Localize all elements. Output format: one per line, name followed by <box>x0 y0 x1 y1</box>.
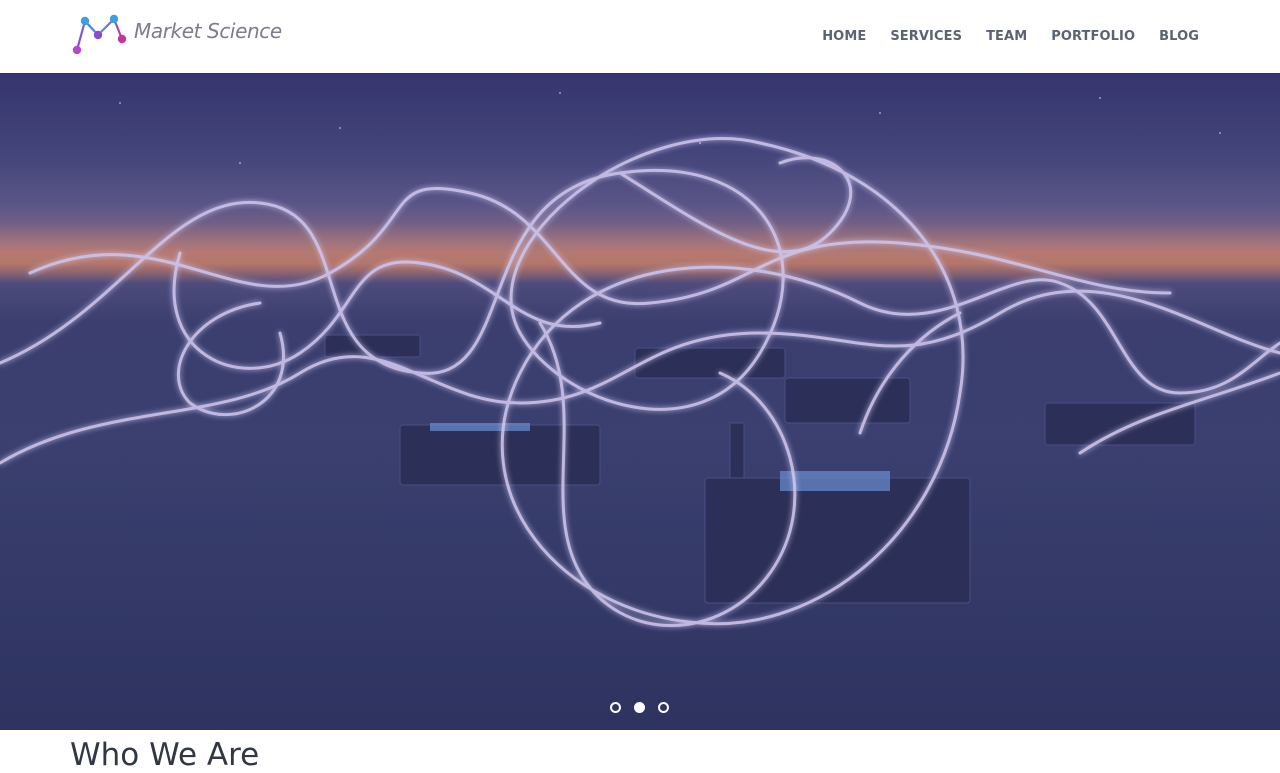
site-logo[interactable]: Market Science <box>70 14 282 58</box>
nav-blog[interactable]: BLOG <box>1159 29 1199 44</box>
hero-slider <box>0 73 1280 730</box>
main-nav: HOME SERVICES TEAM PORTFOLIO BLOG <box>822 0 1199 73</box>
nav-team[interactable]: TEAM <box>986 29 1027 44</box>
slider-dot-2-active[interactable] <box>634 702 645 713</box>
nav-home[interactable]: HOME <box>822 29 866 44</box>
slider-dot-3[interactable] <box>658 702 669 713</box>
nav-portfolio[interactable]: PORTFOLIO <box>1051 29 1135 44</box>
hero-light-painting-image <box>0 92 1280 627</box>
slider-pagination <box>610 702 682 713</box>
market-science-logo-icon <box>72 14 127 55</box>
nav-services[interactable]: SERVICES <box>890 29 962 44</box>
logo-text: Market Science <box>134 19 282 43</box>
slider-dot-1[interactable] <box>610 702 621 713</box>
who-we-are-heading: Who We Are <box>70 737 260 773</box>
site-header: Market Science HOME SERVICES TEAM PORTFO… <box>0 0 1280 73</box>
